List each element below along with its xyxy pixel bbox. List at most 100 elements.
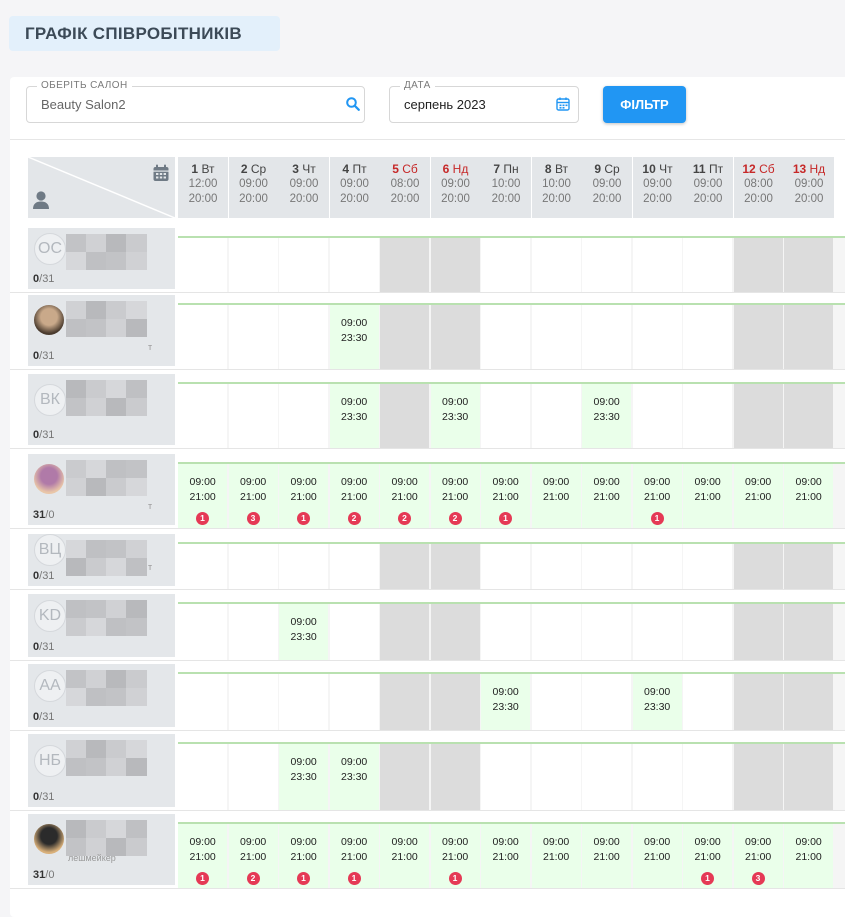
schedule-cell[interactable] (683, 384, 733, 449)
schedule-cell[interactable] (784, 604, 834, 661)
schedule-cell[interactable] (228, 305, 278, 370)
schedule-cell[interactable]: 09:00 23:30 (279, 604, 329, 661)
schedule-cell[interactable]: 09:00 21:00 3 (228, 464, 278, 529)
schedule-cell[interactable] (632, 238, 682, 293)
schedule-cell[interactable]: 09:00 23:30 (632, 674, 682, 731)
schedule-cell[interactable]: 09:00 21:00 1 (683, 824, 733, 889)
employee-card[interactable]: KD 0/31 (28, 594, 175, 657)
schedule-cell[interactable]: 09:00 21:00 2 (329, 464, 379, 529)
schedule-cell[interactable]: 09:00 21:00 (784, 464, 834, 529)
schedule-cell[interactable] (582, 544, 632, 590)
schedule-cell[interactable] (733, 544, 783, 590)
employee-card[interactable]: т 31/0 (28, 454, 175, 525)
date-picker[interactable]: ДАТА серпень 2023 (389, 80, 579, 123)
schedule-cell[interactable] (733, 744, 783, 811)
schedule-cell[interactable] (178, 604, 228, 661)
schedule-cell[interactable]: 09:00 21:00 1 (430, 824, 480, 889)
schedule-cell[interactable]: 09:00 21:00 2 (380, 464, 430, 529)
schedule-cell[interactable] (683, 238, 733, 293)
booking-count-badge[interactable]: 1 (297, 512, 310, 525)
schedule-cell[interactable] (582, 604, 632, 661)
schedule-cell[interactable] (531, 238, 581, 293)
employee-card[interactable]: лешмейкер 31/0 (28, 814, 175, 885)
schedule-cell[interactable]: 09:00 21:00 (481, 824, 531, 889)
filter-button[interactable]: ФІЛЬТР (603, 86, 686, 123)
schedule-cell[interactable]: 09:00 21:00 (784, 824, 834, 889)
schedule-cell[interactable] (582, 238, 632, 293)
schedule-cell[interactable]: 09:00 23:30 (481, 674, 531, 731)
schedule-cell[interactable] (380, 305, 430, 370)
booking-count-badge[interactable]: 1 (347, 872, 361, 885)
schedule-cell[interactable]: 09:00 23:30 (582, 384, 632, 449)
schedule-cell[interactable] (228, 604, 278, 661)
schedule-cell[interactable] (632, 604, 682, 661)
schedule-cell[interactable] (683, 744, 733, 811)
schedule-cell[interactable] (178, 384, 228, 449)
schedule-cell[interactable] (632, 305, 682, 370)
schedule-cell[interactable] (430, 238, 480, 293)
schedule-cell[interactable] (784, 238, 834, 293)
schedule-cell[interactable] (481, 544, 531, 590)
schedule-cell[interactable]: 09:00 21:00 2 (228, 824, 278, 889)
schedule-cell[interactable] (531, 744, 581, 811)
schedule-cell[interactable] (582, 305, 632, 370)
schedule-cell[interactable]: 09:00 21:00 (683, 464, 733, 529)
schedule-cell[interactable] (279, 674, 329, 731)
schedule-cell[interactable] (531, 674, 581, 731)
schedule-cell[interactable]: 09:00 21:00 (582, 824, 632, 889)
schedule-cell[interactable] (430, 604, 480, 661)
schedule-cell[interactable] (531, 544, 581, 590)
schedule-cell[interactable]: 09:00 21:00 3 (733, 824, 783, 889)
schedule-cell[interactable] (632, 384, 682, 449)
schedule-cell[interactable] (228, 744, 278, 811)
schedule-cell[interactable] (329, 604, 379, 661)
schedule-cell[interactable]: 09:00 21:00 1 (178, 464, 228, 529)
schedule-cell[interactable]: 09:00 23:30 (430, 384, 480, 449)
schedule-cell[interactable]: 09:00 21:00 (582, 464, 632, 529)
schedule-cell[interactable]: 09:00 21:00 (531, 464, 581, 529)
schedule-cell[interactable]: 09:00 21:00 1 (632, 464, 682, 529)
schedule-cell[interactable] (279, 305, 329, 370)
schedule-cell[interactable] (733, 674, 783, 731)
schedule-cell[interactable] (733, 305, 783, 370)
schedule-cell[interactable] (481, 305, 531, 370)
schedule-cell[interactable] (481, 238, 531, 293)
schedule-cell[interactable] (279, 238, 329, 293)
employee-card[interactable]: ВК 0/31 (28, 374, 175, 445)
search-icon[interactable] (345, 96, 361, 112)
schedule-cell[interactable] (430, 305, 480, 370)
schedule-cell[interactable] (582, 674, 632, 731)
booking-count-badge[interactable]: 1 (196, 872, 209, 885)
employee-card[interactable]: AA 0/31 (28, 664, 175, 727)
schedule-cell[interactable] (481, 604, 531, 661)
schedule-cell[interactable] (683, 604, 733, 661)
schedule-cell[interactable] (380, 744, 430, 811)
schedule-cell[interactable] (178, 544, 228, 590)
schedule-cell[interactable]: 09:00 21:00 (380, 824, 430, 889)
schedule-cell[interactable]: 09:00 21:00 (733, 464, 783, 529)
schedule-cell[interactable] (733, 238, 783, 293)
schedule-cell[interactable] (481, 744, 531, 811)
schedule-cell[interactable] (683, 305, 733, 370)
salon-select[interactable]: ОБЕРІТЬ САЛОН Beauty Salon2 (26, 80, 365, 123)
schedule-cell[interactable] (178, 305, 228, 370)
schedule-cell[interactable] (380, 238, 430, 293)
calendar-icon[interactable] (555, 96, 571, 112)
schedule-cell[interactable] (733, 384, 783, 449)
schedule-cell[interactable]: 09:00 23:30 (279, 744, 329, 811)
schedule-cell[interactable] (178, 238, 228, 293)
schedule-cell[interactable]: 09:00 21:00 1 (279, 824, 329, 889)
schedule-cell[interactable] (784, 674, 834, 731)
schedule-cell[interactable] (178, 674, 228, 731)
schedule-cell[interactable]: 09:00 21:00 2 (430, 464, 480, 529)
schedule-cell[interactable]: 09:00 21:00 1 (178, 824, 228, 889)
schedule-cell[interactable] (531, 384, 581, 449)
schedule-cell[interactable] (784, 384, 834, 449)
employee-card[interactable]: ОС 0/31 (28, 228, 175, 289)
booking-count-badge[interactable]: 2 (398, 512, 411, 525)
employee-card[interactable]: ВЦ т 0/31 (28, 534, 175, 586)
schedule-cell[interactable] (228, 544, 278, 590)
schedule-cell[interactable]: 09:00 21:00 1 (329, 824, 379, 889)
booking-count-badge[interactable]: 2 (448, 512, 462, 525)
booking-count-badge[interactable]: 2 (246, 872, 260, 885)
